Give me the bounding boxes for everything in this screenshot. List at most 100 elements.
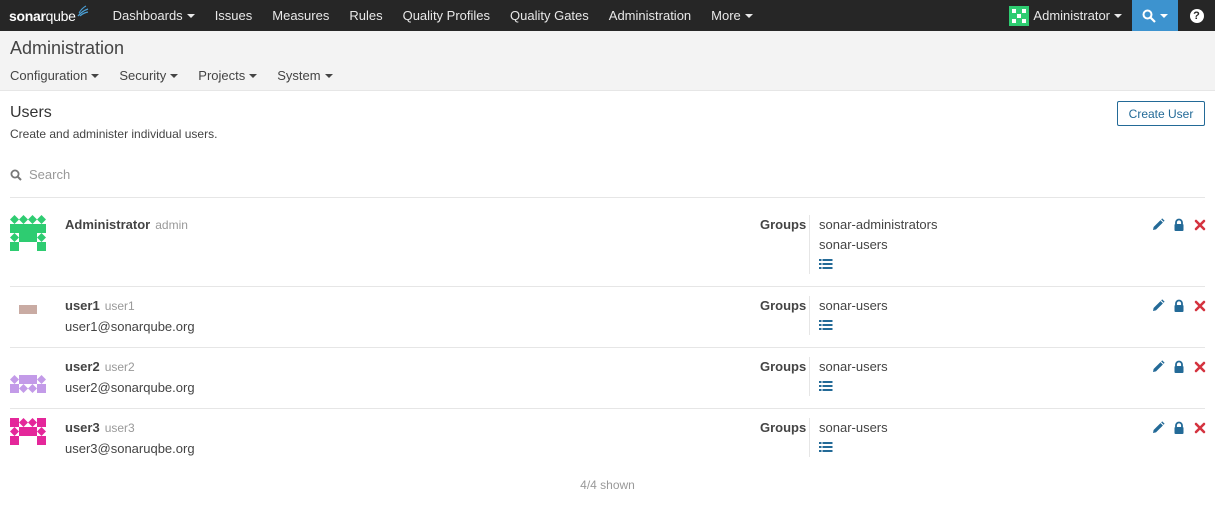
lock-icon[interactable] <box>1172 360 1186 374</box>
lock-icon[interactable] <box>1172 421 1186 435</box>
logo-text-qube: qube <box>45 7 76 24</box>
user-search-bar <box>10 166 1205 198</box>
close-icon[interactable] <box>1193 360 1207 374</box>
user-row: user1 user1 user1@sonarqube.org Groups sonar… <box>10 287 1206 348</box>
nav-item-label: Quality Profiles <box>402 8 491 23</box>
nav-item-quality-profiles[interactable]: Quality Profiles <box>393 0 500 31</box>
user-name: Administrator admin <box>65 217 188 232</box>
user-display-name: user1 <box>65 298 100 313</box>
avatar <box>10 418 46 454</box>
list-icon[interactable] <box>819 318 888 335</box>
pencil-icon[interactable] <box>1151 218 1165 232</box>
avatar <box>10 296 46 332</box>
pencil-icon[interactable] <box>1151 360 1165 374</box>
user-login: user1 <box>104 299 135 313</box>
user-email: user2@sonarqube.org <box>65 380 195 395</box>
avatar <box>10 215 46 251</box>
logo-wave-icon <box>77 5 88 16</box>
section-title: Users <box>10 104 52 121</box>
groups-list: sonar-users <box>809 357 888 396</box>
subnav-label: Security <box>119 68 167 83</box>
group-item: sonar-administrators <box>819 217 938 232</box>
search-input[interactable] <box>29 167 429 182</box>
subnav-projects[interactable]: Projects <box>198 68 258 83</box>
nav-item-label: Administration <box>608 8 692 23</box>
user-menu[interactable]: Administrator <box>1005 0 1132 31</box>
close-icon[interactable] <box>1193 299 1207 313</box>
nav-item-measures[interactable]: Measures <box>262 0 339 31</box>
nav-item-quality-gates[interactable]: Quality Gates <box>500 0 599 31</box>
nav-item-administration[interactable]: Administration <box>599 0 701 31</box>
avatar <box>10 357 46 393</box>
page-header: Administration Configuration Security Proj… <box>0 31 1215 91</box>
group-item: sonar-users <box>819 237 888 252</box>
admin-subnav: Configuration Security Projects System <box>10 68 353 83</box>
create-user-button[interactable]: Create User <box>1117 101 1205 126</box>
close-icon[interactable] <box>1193 421 1207 435</box>
user-actions <box>1151 218 1214 232</box>
subnav-label: System <box>277 68 321 83</box>
nav-item-issues[interactable]: Issues <box>205 0 263 31</box>
subnav-system[interactable]: System <box>277 68 333 83</box>
chevron-down-icon <box>91 73 100 78</box>
nav-item-label: More <box>711 8 741 23</box>
user-email: user3@sonaruqbe.org <box>65 441 195 456</box>
chevron-down-icon <box>1160 13 1168 18</box>
list-icon[interactable] <box>819 440 888 457</box>
page-title: Administration <box>10 38 125 58</box>
nav-item-more[interactable]: More <box>701 0 763 31</box>
group-item: sonar-users <box>819 420 888 435</box>
search-icon <box>10 169 22 181</box>
subnav-label: Configuration <box>10 68 88 83</box>
help-icon: ? <box>1189 8 1204 23</box>
chevron-down-icon <box>324 73 333 78</box>
close-icon[interactable] <box>1193 218 1207 232</box>
chevron-down-icon <box>1114 13 1122 18</box>
user-actions <box>1151 421 1214 435</box>
groups-label: Groups <box>760 359 807 374</box>
user-menu-label: Administrator <box>1033 8 1110 23</box>
pencil-icon[interactable] <box>1151 421 1165 435</box>
sonarqube-logo[interactable]: sonarqube <box>0 0 103 31</box>
user-login: user3 <box>104 421 135 435</box>
user-display-name: user2 <box>65 359 100 374</box>
list-icon[interactable] <box>819 379 888 396</box>
nav-item-label: Dashboards <box>112 8 183 23</box>
logo-text-sonar: sonar <box>9 7 46 24</box>
nav-item-label: Rules <box>349 8 383 23</box>
chevron-down-icon <box>744 13 753 18</box>
user-name: user2 user2 <box>65 359 135 374</box>
user-row: user2 user2 user2@sonarqube.org Groups sonar… <box>10 348 1206 409</box>
lock-icon[interactable] <box>1172 299 1186 313</box>
subnav-label: Projects <box>198 68 246 83</box>
groups-label: Groups <box>760 217 807 232</box>
subnav-security[interactable]: Security <box>119 68 179 83</box>
user-name: user3 user3 <box>65 420 135 435</box>
pencil-icon[interactable] <box>1151 299 1165 313</box>
section-description: Create and administer individual users. <box>10 127 218 141</box>
list-icon[interactable] <box>819 257 938 274</box>
top-navbar: sonarqube Dashboards Issues Measures Rules Q… <box>0 0 1215 31</box>
main-nav: Dashboards Issues Measures Rules Quality Pro… <box>103 0 763 31</box>
chevron-down-icon <box>186 13 195 18</box>
subnav-configuration[interactable]: Configuration <box>10 68 100 83</box>
groups-list: sonar-users <box>809 418 888 457</box>
group-item: sonar-users <box>819 359 888 374</box>
chevron-down-icon <box>170 73 179 78</box>
nav-item-label: Measures <box>272 8 330 23</box>
groups-list: sonar-users <box>809 296 888 335</box>
user-actions <box>1151 360 1214 374</box>
help-button[interactable]: ? <box>1178 0 1215 31</box>
chevron-down-icon <box>249 73 258 78</box>
user-avatar-mini <box>1009 5 1030 26</box>
nav-item-rules[interactable]: Rules <box>339 0 392 31</box>
user-login: user2 <box>104 360 135 374</box>
nav-item-label: Issues <box>214 8 253 23</box>
user-name: user1 user1 <box>65 298 135 313</box>
lock-icon[interactable] <box>1172 218 1186 232</box>
global-search-button[interactable] <box>1132 0 1178 31</box>
nav-item-dashboards[interactable]: Dashboards <box>103 0 205 31</box>
user-display-name: user3 <box>65 420 100 435</box>
shown-count: 4/4 shown <box>580 478 635 492</box>
user-actions <box>1151 299 1214 313</box>
